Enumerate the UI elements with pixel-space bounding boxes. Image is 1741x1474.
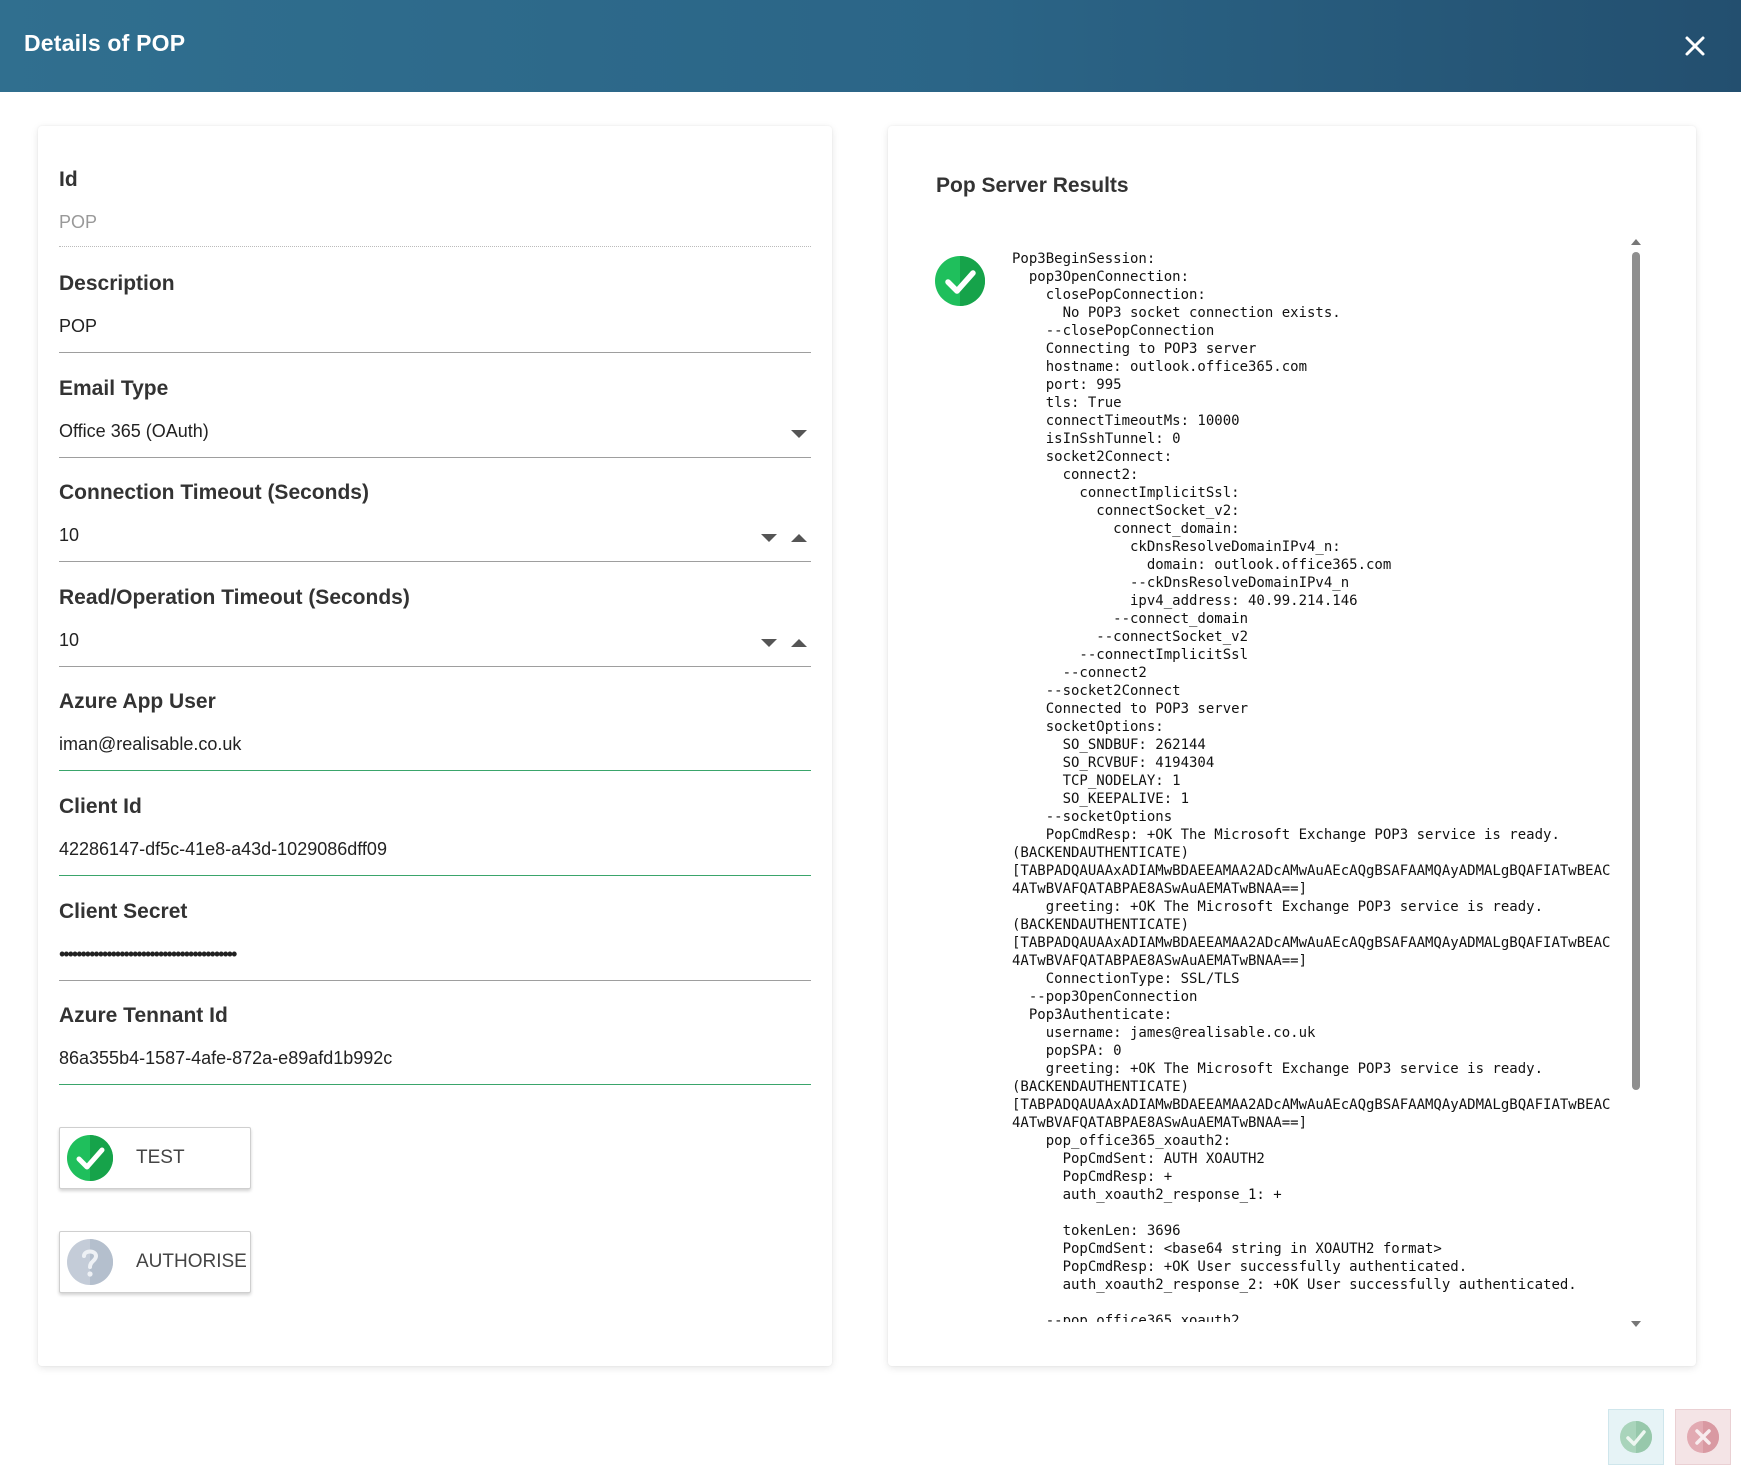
client-secret-label: Client Secret	[59, 900, 188, 923]
cancel-button[interactable]	[1675, 1409, 1731, 1465]
email-type-field[interactable]: Email Type Office 365 (OAuth)	[59, 377, 811, 458]
results-card: Pop Server Results Pop3BeginSession: pop…	[888, 126, 1696, 1366]
confirm-button[interactable]	[1608, 1409, 1664, 1465]
results-log: Pop3BeginSession: pop3OpenConnection: cl…	[1012, 251, 1611, 1322]
results-title: Pop Server Results	[936, 174, 1129, 197]
description-label: Description	[59, 272, 175, 295]
id-label: Id	[59, 168, 78, 191]
id-value: POP	[59, 212, 98, 232]
client-id-label: Client Id	[59, 795, 142, 818]
client-secret-input[interactable]: ••••••••••••••••••••••••••••••••••••••••…	[59, 944, 237, 965]
read-timeout-input[interactable]: 10	[59, 630, 79, 651]
dialog-title: Details of POP	[24, 30, 186, 56]
client-id-field[interactable]: Client Id 42286147-df5c-41e8-a43d-102908…	[59, 795, 811, 876]
azure-tenant-id-underline	[59, 1084, 811, 1085]
increment-arrow-icon[interactable]	[788, 531, 810, 545]
client-id-input[interactable]: 42286147-df5c-41e8-a43d-1029086dff09	[59, 839, 387, 860]
azure-tenant-id-input[interactable]: 86a355b4-1587-4afe-872a-e89afd1b992c	[59, 1048, 392, 1069]
read-timeout-field[interactable]: Read/Operation Timeout (Seconds) 10	[59, 586, 811, 667]
client-secret-field[interactable]: Client Secret ••••••••••••••••••••••••••…	[59, 900, 811, 981]
read-timeout-underline	[59, 666, 811, 667]
azure-app-user-field[interactable]: Azure App User iman@realisable.co.uk	[59, 690, 811, 771]
increment-arrow-icon[interactable]	[788, 636, 810, 650]
description-input[interactable]: POP	[59, 316, 97, 337]
authorise-button[interactable]: AUTHORISE	[59, 1231, 251, 1293]
settings-form-card: Id POP Description POP Email Type Office…	[38, 126, 832, 1366]
authorise-button-label: AUTHORISE	[136, 1251, 247, 1272]
id-field: Id POP	[59, 168, 811, 247]
test-button-label: TEST	[136, 1147, 185, 1168]
decrement-arrow-icon[interactable]	[758, 531, 780, 545]
check-circle-icon	[1620, 1421, 1652, 1453]
test-button[interactable]: TEST	[59, 1127, 251, 1189]
email-type-underline	[59, 457, 811, 458]
success-check-icon	[935, 256, 985, 306]
connection-timeout-input[interactable]: 10	[59, 525, 79, 546]
azure-app-user-label: Azure App User	[59, 690, 216, 713]
connection-timeout-label: Connection Timeout (Seconds)	[59, 481, 369, 504]
success-check-icon	[67, 1135, 113, 1181]
close-icon[interactable]	[1675, 26, 1715, 66]
scroll-up-arrow-icon[interactable]	[1630, 234, 1642, 245]
connection-timeout-field[interactable]: Connection Timeout (Seconds) 10	[59, 481, 811, 562]
email-type-label: Email Type	[59, 377, 169, 400]
client-id-underline	[59, 875, 811, 876]
results-scrollbar[interactable]	[1628, 234, 1644, 1327]
email-type-select[interactable]: Office 365 (OAuth)	[59, 421, 209, 442]
chevron-down-icon[interactable]	[788, 427, 810, 441]
azure-tenant-id-label: Azure Tennant Id	[59, 1004, 228, 1027]
description-field[interactable]: Description POP	[59, 272, 811, 353]
azure-app-user-underline	[59, 770, 811, 771]
client-secret-underline	[59, 980, 811, 981]
azure-tenant-id-field[interactable]: Azure Tennant Id 86a355b4-1587-4afe-872a…	[59, 1004, 811, 1085]
dialog-header: Details of POP	[0, 0, 1741, 92]
connection-timeout-underline	[59, 561, 811, 562]
scroll-down-arrow-icon[interactable]	[1630, 1316, 1642, 1327]
question-mark-icon	[67, 1239, 113, 1285]
id-underline	[59, 246, 811, 247]
read-timeout-label: Read/Operation Timeout (Seconds)	[59, 586, 410, 609]
decrement-arrow-icon[interactable]	[758, 636, 780, 650]
azure-app-user-input[interactable]: iman@realisable.co.uk	[59, 734, 241, 755]
cancel-circle-icon	[1687, 1421, 1719, 1453]
description-underline	[59, 352, 811, 353]
scrollbar-thumb[interactable]	[1632, 252, 1640, 1090]
